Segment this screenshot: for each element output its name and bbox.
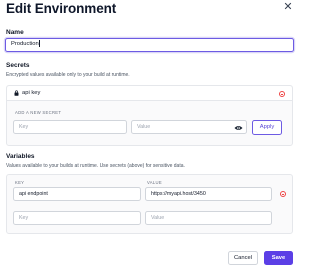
variables-help-text: Values available to your builds at runti…: [6, 163, 185, 169]
secrets-label: Secrets: [6, 62, 30, 69]
variable-key-input[interactable]: api endpoint: [13, 187, 141, 201]
eye-icon[interactable]: [234, 125, 243, 131]
remove-circle-icon[interactable]: [279, 90, 285, 97]
text-caret: [39, 39, 40, 47]
lock-icon: [14, 90, 19, 96]
secret-key-input[interactable]: Key: [13, 120, 127, 134]
secret-name: api key: [22, 90, 41, 96]
new-variable-key-input[interactable]: Key: [13, 211, 141, 225]
variables-label: Variables: [6, 153, 35, 160]
variables-panel: KEY VALUE: [6, 174, 293, 234]
cancel-button[interactable]: Cancel: [228, 251, 258, 265]
new-variable-value-input[interactable]: Value: [145, 211, 272, 225]
key-column-header: KEY: [15, 180, 25, 185]
add-secret-label: ADD A NEW SECRET: [15, 110, 62, 115]
value-column-header: VALUE: [147, 180, 162, 185]
name-label: Name: [6, 29, 24, 36]
name-input[interactable]: Production: [5, 38, 294, 52]
name-input-value: Production: [11, 41, 39, 47]
secret-item: api key: [7, 86, 292, 101]
variable-value-input[interactable]: https://myapi.host/3450: [145, 187, 272, 201]
secrets-help-text: Encrypted values available only to your …: [6, 72, 130, 78]
apply-button[interactable]: Apply: [252, 120, 282, 135]
remove-variable-icon[interactable]: [280, 191, 286, 197]
close-icon[interactable]: ✕: [283, 2, 293, 13]
secret-value-input[interactable]: Value: [131, 120, 247, 134]
dialog-title: Edit Environment: [6, 1, 117, 16]
save-button[interactable]: Save: [264, 251, 293, 265]
edit-environment-dialog: Edit Environment ✕ Name Production Secre…: [0, 0, 300, 273]
secrets-panel: api key ADD A NEW SECRET: [6, 85, 293, 146]
